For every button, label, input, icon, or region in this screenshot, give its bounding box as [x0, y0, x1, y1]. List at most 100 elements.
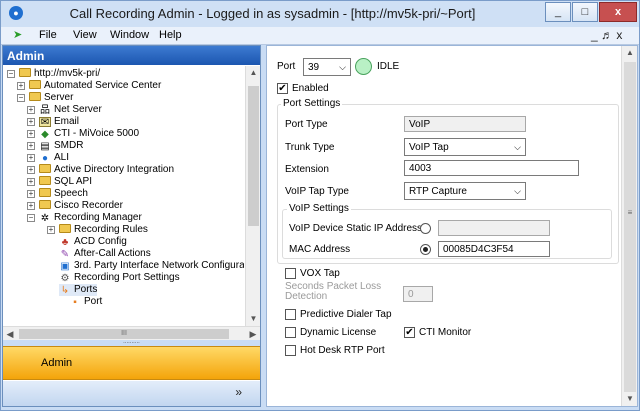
vox-tap-label: VOX Tap: [300, 268, 340, 279]
folder-icon: [39, 176, 51, 185]
tree-item-asc[interactable]: + Automated Service Center: [17, 80, 161, 92]
scroll-thumb[interactable]: [248, 86, 259, 226]
static-ip-radio[interactable]: [420, 223, 431, 234]
tree-item-sql-api[interactable]: + SQL API: [27, 176, 92, 188]
email-icon: ✉: [39, 117, 51, 128]
mac-address-radio[interactable]: [420, 244, 431, 255]
scroll-right-icon[interactable]: ▶: [246, 327, 260, 341]
expand-icon[interactable]: +: [17, 82, 25, 90]
tree-item-port[interactable]: ▪ Port: [69, 296, 102, 308]
tree-item-root[interactable]: − http://mv5k-pri/: [7, 68, 100, 80]
mac-address-input[interactable]: 00085D4C3F54: [438, 241, 550, 257]
expand-icon[interactable]: +: [27, 178, 35, 186]
scroll-thumb[interactable]: ≡: [624, 62, 636, 392]
vox-tap-checkbox[interactable]: [285, 268, 296, 279]
folder-icon: [59, 224, 71, 233]
folder-icon: [39, 188, 51, 197]
cti-icon: ◆: [41, 129, 49, 140]
mac-address-label: MAC Address: [289, 244, 351, 255]
collapse-icon[interactable]: −: [17, 94, 25, 102]
tree-item-cti[interactable]: + ◆ CTI - MiVoice 5000: [27, 128, 139, 140]
scroll-left-icon[interactable]: ◀: [3, 327, 17, 341]
admin-nav-button[interactable]: Admin: [3, 346, 260, 380]
tree-vertical-scrollbar[interactable]: ▲ ▼: [245, 66, 260, 326]
port-settings-panel: Port 39 ⌵ IDLE ✔ Enabled Port Settings Po…: [266, 45, 638, 407]
expand-icon[interactable]: +: [27, 106, 35, 114]
enabled-checkbox[interactable]: ✔: [277, 83, 288, 94]
expand-icon[interactable]: +: [27, 154, 35, 162]
collapse-icon[interactable]: −: [7, 70, 15, 78]
left-panel: Admin − http://mv5k-pri/ + Automated Servi…: [2, 45, 261, 407]
scroll-thumb[interactable]: III: [19, 329, 229, 339]
tree-item-recording-port-settings[interactable]: ⚙ Recording Port Settings: [59, 272, 180, 284]
maximize-button[interactable]: □: [572, 2, 598, 22]
printer-icon: ▤: [40, 141, 50, 152]
minimize-button[interactable]: _: [545, 2, 571, 22]
port-type-label: Port Type: [285, 119, 328, 130]
dynamic-license-checkbox[interactable]: [285, 327, 296, 338]
expand-icon[interactable]: +: [27, 166, 35, 174]
extension-label: Extension: [285, 164, 329, 175]
folder-icon: [39, 164, 51, 173]
chevron-more-icon[interactable]: »: [235, 385, 242, 399]
hot-desk-label: Hot Desk RTP Port: [300, 345, 385, 356]
port-settings-title: Port Settings: [281, 98, 343, 109]
tree-item-recording-rules[interactable]: + Recording Rules: [47, 224, 148, 236]
hot-desk-checkbox[interactable]: [285, 345, 296, 356]
trunk-type-select[interactable]: VoIP Tap ⌵: [404, 138, 526, 156]
menu-help[interactable]: Help: [159, 29, 182, 41]
menu-window[interactable]: Window: [110, 29, 149, 41]
seconds-loss-input: 0: [403, 286, 433, 302]
port-label: Port: [277, 61, 296, 72]
app-window: ● Call Recording Admin - Logged in as sy…: [0, 0, 640, 411]
menu-file[interactable]: File: [39, 29, 57, 41]
tree-item-ports[interactable]: ↳ Ports: [59, 284, 98, 296]
port-type-field: VoIP: [404, 116, 526, 132]
close-button[interactable]: x: [599, 2, 637, 22]
static-ip-input[interactable]: [438, 220, 550, 236]
scroll-down-icon[interactable]: ▼: [622, 392, 638, 406]
scroll-up-icon[interactable]: ▲: [246, 66, 261, 80]
tree-item-email[interactable]: + ✉ Email: [27, 116, 79, 128]
seconds-loss-label: Seconds Packet Loss Detection: [285, 281, 382, 302]
expand-icon[interactable]: +: [47, 226, 55, 234]
expand-icon[interactable]: +: [27, 118, 35, 126]
extension-input[interactable]: 4003: [404, 160, 579, 176]
collapse-icon[interactable]: −: [27, 214, 35, 222]
tree-item-ali[interactable]: + ● ALI: [27, 152, 69, 164]
tree-item-3rd-party[interactable]: ▣ 3rd. Party Interface Network Configurat: [59, 260, 244, 272]
expand-icon[interactable]: +: [27, 202, 35, 210]
chevron-down-icon: ⌵: [514, 186, 521, 196]
expand-icon[interactable]: +: [27, 130, 35, 138]
voip-tap-type-select[interactable]: RTP Capture ⌵: [404, 182, 526, 200]
menu-app-icon: ➤: [13, 29, 23, 41]
title-bar: ● Call Recording Admin - Logged in as sy…: [1, 1, 639, 27]
tree-item-smdr[interactable]: + ▤ SMDR: [27, 140, 83, 152]
tree-horizontal-scrollbar[interactable]: ◀ III ▶: [3, 326, 260, 340]
tree-item-net-server[interactable]: + 品 Net Server: [27, 104, 102, 116]
network-config-icon: ▣: [60, 261, 70, 272]
expand-icon[interactable]: +: [27, 142, 35, 150]
scroll-down-icon[interactable]: ▼: [246, 312, 261, 326]
tree-item-speech[interactable]: + Speech: [27, 188, 88, 200]
expand-icon[interactable]: +: [27, 190, 35, 198]
tree-item-acd-config[interactable]: ♣ ACD Config: [59, 236, 127, 248]
folder-icon: [19, 68, 31, 77]
tree-item-ad[interactable]: + Active Directory Integration: [27, 164, 174, 176]
cti-monitor-checkbox[interactable]: ✔: [404, 327, 415, 338]
tree-item-server[interactable]: − Server: [17, 92, 73, 104]
ports-icon: ↳: [60, 285, 70, 296]
predictive-dialer-checkbox[interactable]: [285, 309, 296, 320]
voip-settings-title: VoIP Settings: [287, 203, 351, 214]
chevron-down-icon: ⌵: [514, 142, 521, 152]
cti-monitor-label: CTI Monitor: [419, 327, 472, 338]
tree-item-after-call[interactable]: ✎ After-Call Actions: [59, 248, 151, 260]
port-select[interactable]: 39 ⌵: [303, 58, 351, 76]
settings-vertical-scrollbar[interactable]: ▲ ≡ ▼: [621, 46, 637, 406]
mdi-controls[interactable]: _ ♬ x: [591, 28, 622, 42]
tree-item-recording-manager[interactable]: − ✲ Recording Manager: [27, 212, 142, 224]
panel-header: Admin: [3, 46, 260, 65]
menu-view[interactable]: View: [73, 29, 97, 41]
tree-item-cisco[interactable]: + Cisco Recorder: [27, 200, 123, 212]
scroll-up-icon[interactable]: ▲: [622, 46, 638, 60]
